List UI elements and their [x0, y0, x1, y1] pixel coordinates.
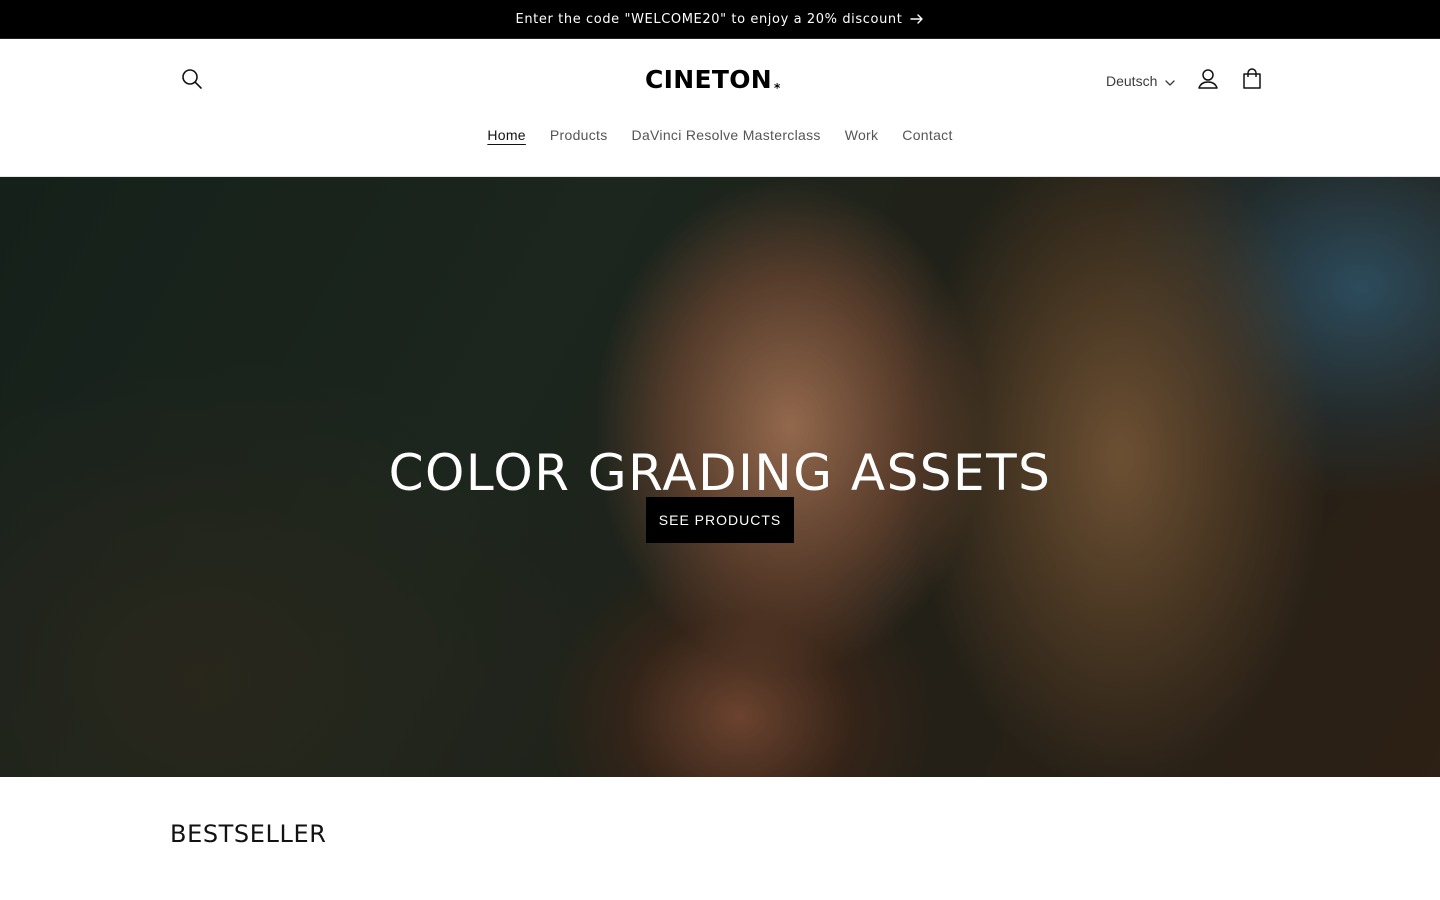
site-header: CINETON * Deutsch Home Products DaVinci …	[0, 39, 1440, 177]
chevron-down-icon	[1165, 73, 1176, 89]
arrow-right-icon	[910, 13, 924, 25]
hero-title: COLOR GRADING ASSETS	[388, 443, 1052, 502]
user-icon	[1197, 68, 1219, 95]
nav-item-davinci-masterclass[interactable]: DaVinci Resolve Masterclass	[620, 123, 833, 147]
nav-item-work[interactable]: Work	[833, 123, 891, 147]
nav-item-products[interactable]: Products	[538, 123, 620, 147]
main-navigation: Home Products DaVinci Resolve Masterclas…	[0, 123, 1440, 147]
bag-icon	[1241, 67, 1263, 95]
logo-mark: *	[773, 81, 781, 95]
language-selector[interactable]: Deutsch	[1100, 65, 1181, 97]
see-products-button[interactable]: SEE PRODUCTS	[646, 497, 794, 543]
bestseller-heading: BESTSELLER	[170, 820, 327, 848]
logo-text: CINETON	[645, 65, 772, 94]
site-logo[interactable]: CINETON *	[645, 65, 781, 99]
search-icon	[181, 68, 203, 95]
cart-button[interactable]	[1230, 59, 1274, 103]
nav-item-contact[interactable]: Contact	[890, 123, 964, 147]
announcement-bar[interactable]: Enter the code "WELCOME20" to enjoy a 20…	[0, 0, 1440, 39]
hero-banner: COLOR GRADING ASSETS SEE PRODUCTS	[0, 177, 1440, 777]
nav-item-home[interactable]: Home	[475, 123, 538, 147]
account-button[interactable]	[1186, 59, 1230, 103]
language-selected: Deutsch	[1106, 73, 1158, 89]
search-button[interactable]	[170, 59, 214, 103]
announcement-text: Enter the code "WELCOME20" to enjoy a 20…	[515, 11, 903, 27]
